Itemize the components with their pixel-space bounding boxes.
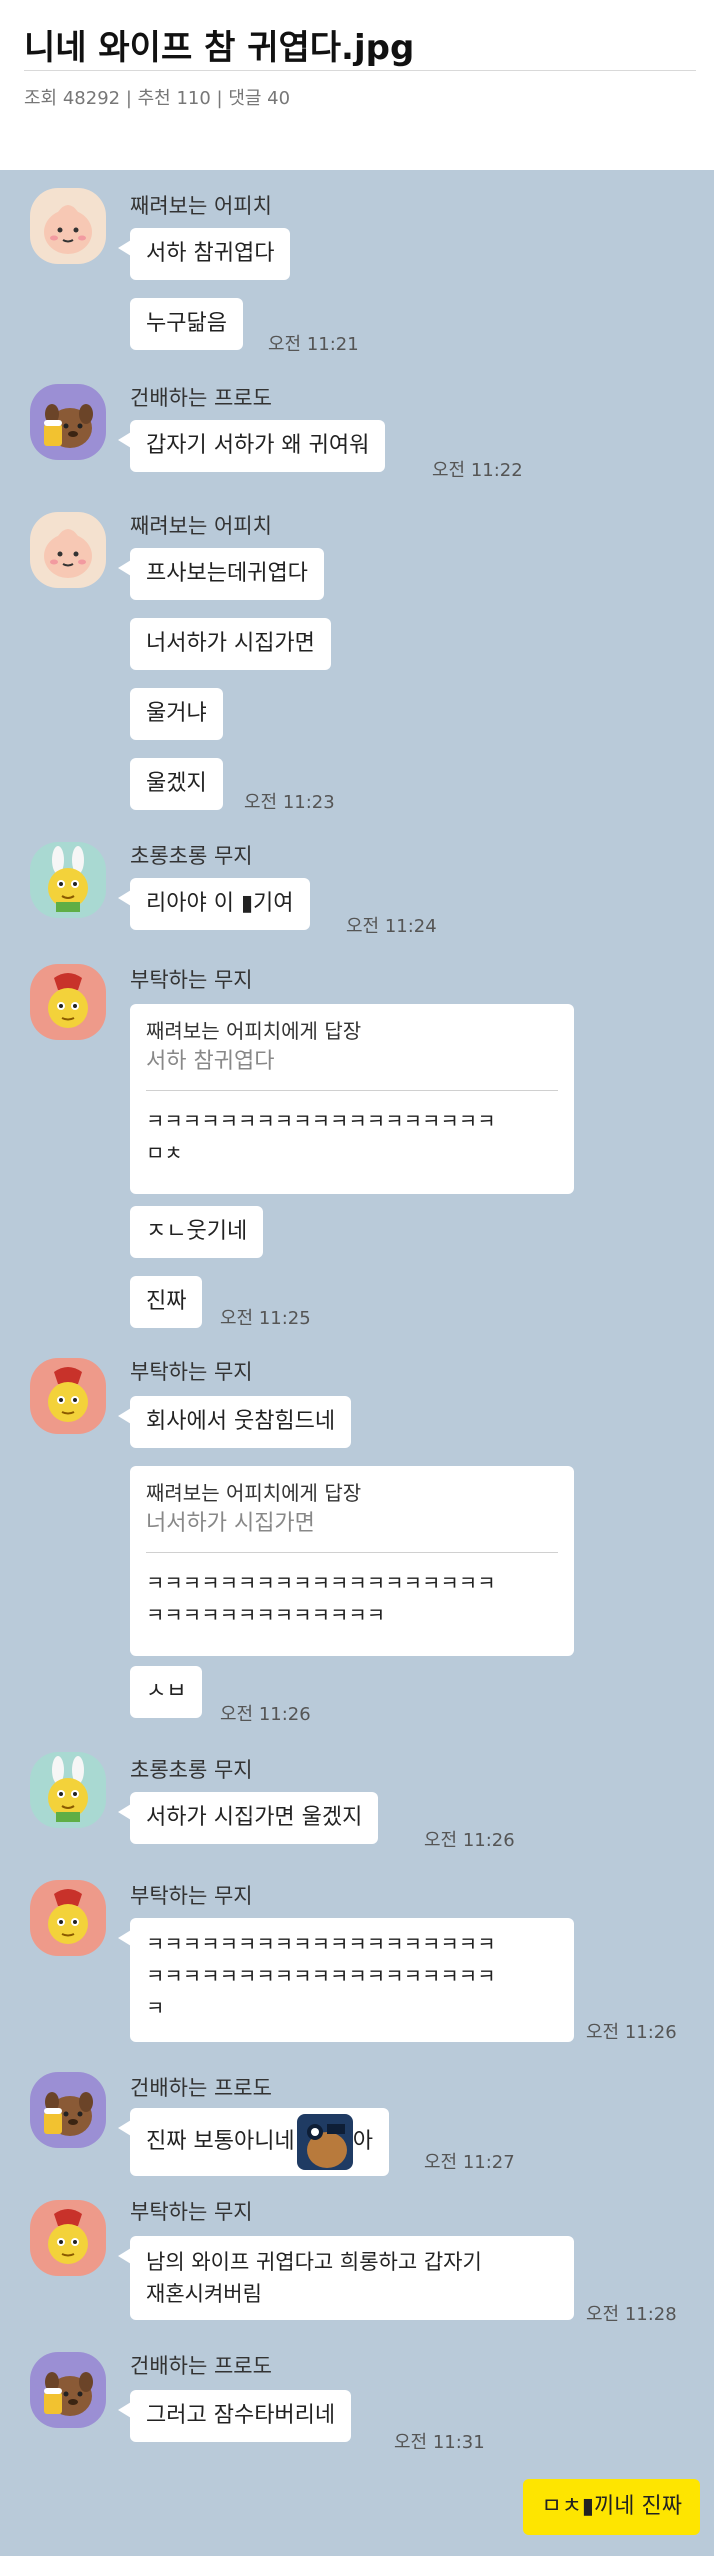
sender-name: 부탁하는 무지	[130, 968, 253, 992]
message-time: 오전 11:31	[394, 2432, 485, 2453]
message-time: 오전 11:26	[586, 2022, 677, 2043]
message-text: 서하가 시집가면 울겠지	[146, 1805, 363, 1830]
reply-message-card[interactable]: 째려보는 어피치에게 답장 너서하가 시집가면 ㅋㅋㅋㅋㅋㅋㅋㅋㅋㅋㅋㅋㅋㅋㅋㅋ…	[130, 1466, 574, 1656]
reply-quoted-text: 서하 참귀엽다	[146, 1049, 275, 1074]
muzi-avatar-icon[interactable]	[30, 842, 106, 918]
message-bubble[interactable]: 프사보는데귀엽다	[118, 548, 324, 600]
apeach-avatar-icon[interactable]	[30, 188, 106, 264]
message-text: ㅁㅊ▮끼네 진짜	[541, 2494, 682, 2519]
message-text: ㅋㅋㅋㅋㅋㅋㅋㅋㅋㅋㅋㅋㅋㅋㅋㅋㅋㅋㅋ ㅋㅋㅋㅋㅋㅋㅋㅋㅋㅋㅋㅋㅋㅋㅋㅋㅋㅋㅋ …	[146, 1932, 496, 2020]
message-bubble[interactable]: 진짜	[130, 1276, 203, 1328]
reply-message-card[interactable]: 째려보는 어피치에게 답장 서하 참귀엽다 ㅋㅋㅋㅋㅋㅋㅋㅋㅋㅋㅋㅋㅋㅋㅋㅋㅋㅋ…	[130, 1004, 574, 1194]
sender-name: 부탁하는 무지	[130, 1884, 253, 1908]
frodo-avatar-icon[interactable]	[30, 384, 106, 460]
message-bubble[interactable]: 서하가 시집가면 울겠지	[117, 1792, 379, 1844]
message-text: 그러고 잠수타버리네	[146, 2403, 336, 2428]
message-time: 오전 11:24	[346, 916, 437, 937]
sender-name: 부탁하는 무지	[130, 1360, 253, 1384]
message-bubble[interactable]: 서하 참귀엽다	[117, 228, 291, 280]
muzi-avatar-icon[interactable]	[30, 1358, 106, 1434]
title-divider	[24, 70, 696, 71]
message-text: 누구닮음	[146, 311, 227, 336]
reply-header: 째려보는 어피치에게 답장	[146, 1481, 362, 1505]
message-text: 아	[352, 2129, 373, 2154]
message-bubble[interactable]: 갑자기 서하가 왜 귀여워	[117, 420, 386, 472]
message-time: 오전 11:26	[424, 1830, 515, 1851]
message-bubble[interactable]: 리아야 이 ▮기여	[118, 878, 310, 930]
frodo-avatar-icon[interactable]	[30, 2072, 106, 2148]
message-text: 서하 참귀엽다	[146, 241, 275, 266]
sender-name: 건배하는 프로도	[130, 386, 272, 410]
message-text: 남의 와이프 귀엽다고 희롱하고 갑자기 재혼시켜버림	[146, 2250, 482, 2306]
sender-name: 건배하는 프로도	[130, 2076, 272, 2100]
message-text: 진짜	[146, 1289, 187, 1314]
sender-name: 째려보는 어피치	[130, 194, 272, 218]
frodo-avatar-icon[interactable]	[30, 2352, 106, 2428]
message-bubble[interactable]: 남의 와이프 귀엽다고 희롱하고 갑자기 재혼시켜버림	[118, 2236, 574, 2320]
message-text: 회사에서 웃참힘드네	[146, 1409, 336, 1434]
message-text: 너서하가 시집가면	[146, 631, 315, 656]
emoticon-icon	[296, 2114, 353, 2170]
reply-divider	[146, 1552, 558, 1553]
post-meta: 조회 48292 | 추천 110 | 댓글 40	[24, 88, 291, 109]
reply-header: 째려보는 어피치에게 답장	[146, 1019, 362, 1043]
apeach-avatar-icon[interactable]	[30, 512, 106, 588]
message-bubble[interactable]: 너서하가 시집가면	[130, 618, 331, 670]
message-bubble[interactable]: 울겠지	[130, 758, 223, 810]
post-title: 니네 와이프 참 귀엽다.jpg	[24, 28, 415, 68]
muzi-avatar-icon[interactable]	[30, 964, 106, 1040]
sender-name: 초롱초롱 무지	[130, 844, 253, 868]
reply-body-text: ㅋㅋㅋㅋㅋㅋㅋㅋㅋㅋㅋㅋㅋㅋㅋㅋㅋㅋㅋ ㅋㅋㅋㅋㅋㅋㅋㅋㅋㅋㅋㅋㅋ	[146, 1571, 496, 1627]
muzi-avatar-icon[interactable]	[30, 2200, 106, 2276]
sender-name: 부탁하는 무지	[130, 2200, 253, 2224]
reply-quoted-text: 너서하가 시집가면	[146, 1511, 315, 1536]
muzi-avatar-icon[interactable]	[30, 1880, 106, 1956]
sender-name: 건배하는 프로도	[130, 2354, 272, 2378]
message-text: ㅅㅂ	[146, 1679, 187, 1704]
message-text: ㅈㄴ웃기네	[146, 1219, 248, 1244]
message-time: 오전 11:26	[220, 1704, 311, 1725]
muzi-avatar-icon[interactable]	[30, 1752, 106, 1828]
message-bubble[interactable]: ㅋㅋㅋㅋㅋㅋㅋㅋㅋㅋㅋㅋㅋㅋㅋㅋㅋㅋㅋ ㅋㅋㅋㅋㅋㅋㅋㅋㅋㅋㅋㅋㅋㅋㅋㅋㅋㅋㅋ …	[118, 1918, 574, 2042]
message-bubble[interactable]: 회사에서 웃참힘드네	[117, 1396, 352, 1448]
message-bubble[interactable]: ㅈㄴ웃기네	[130, 1206, 264, 1258]
message-text: 진짜 보통아니네	[146, 2129, 295, 2154]
reply-body-text: ㅋㅋㅋㅋㅋㅋㅋㅋㅋㅋㅋㅋㅋㅋㅋㅋㅋㅋㅋ ㅁㅊ	[146, 1109, 496, 1165]
message-bubble[interactable]: 그러고 잠수타버리네	[117, 2390, 352, 2442]
message-text: 울거냐	[146, 701, 207, 726]
message-text: 울겠지	[146, 771, 207, 796]
reply-divider	[146, 1090, 558, 1091]
chat-screenshot	[0, 170, 714, 2556]
my-message-bubble[interactable]: ㅁㅊ▮끼네 진짜	[523, 2479, 700, 2535]
message-bubble[interactable]: ㅅㅂ	[130, 1666, 203, 1718]
sender-name: 째려보는 어피치	[130, 514, 272, 538]
message-time: 오전 11:21	[268, 334, 359, 355]
message-bubble[interactable]: 누구닮음	[130, 298, 243, 350]
message-text: 리아야 이 ▮기여	[146, 891, 294, 916]
message-bubble[interactable]: 울거냐	[130, 688, 223, 740]
message-text: 갑자기 서하가 왜 귀여워	[146, 433, 370, 458]
message-time: 오전 11:25	[220, 1308, 311, 1329]
message-time: 오전 11:27	[424, 2152, 515, 2173]
message-time: 오전 11:23	[244, 792, 335, 813]
message-text: 프사보는데귀엽다	[146, 561, 308, 586]
message-time: 오전 11:22	[432, 460, 523, 481]
post-header: 니네 와이프 참 귀엽다.jpg 조회 48292 | 추천 110 | 댓글 …	[0, 0, 714, 170]
sender-name: 초롱초롱 무지	[130, 1758, 253, 1782]
message-time: 오전 11:28	[586, 2304, 677, 2325]
message-bubble[interactable]: 진짜 보통아니네 아	[118, 2108, 389, 2176]
